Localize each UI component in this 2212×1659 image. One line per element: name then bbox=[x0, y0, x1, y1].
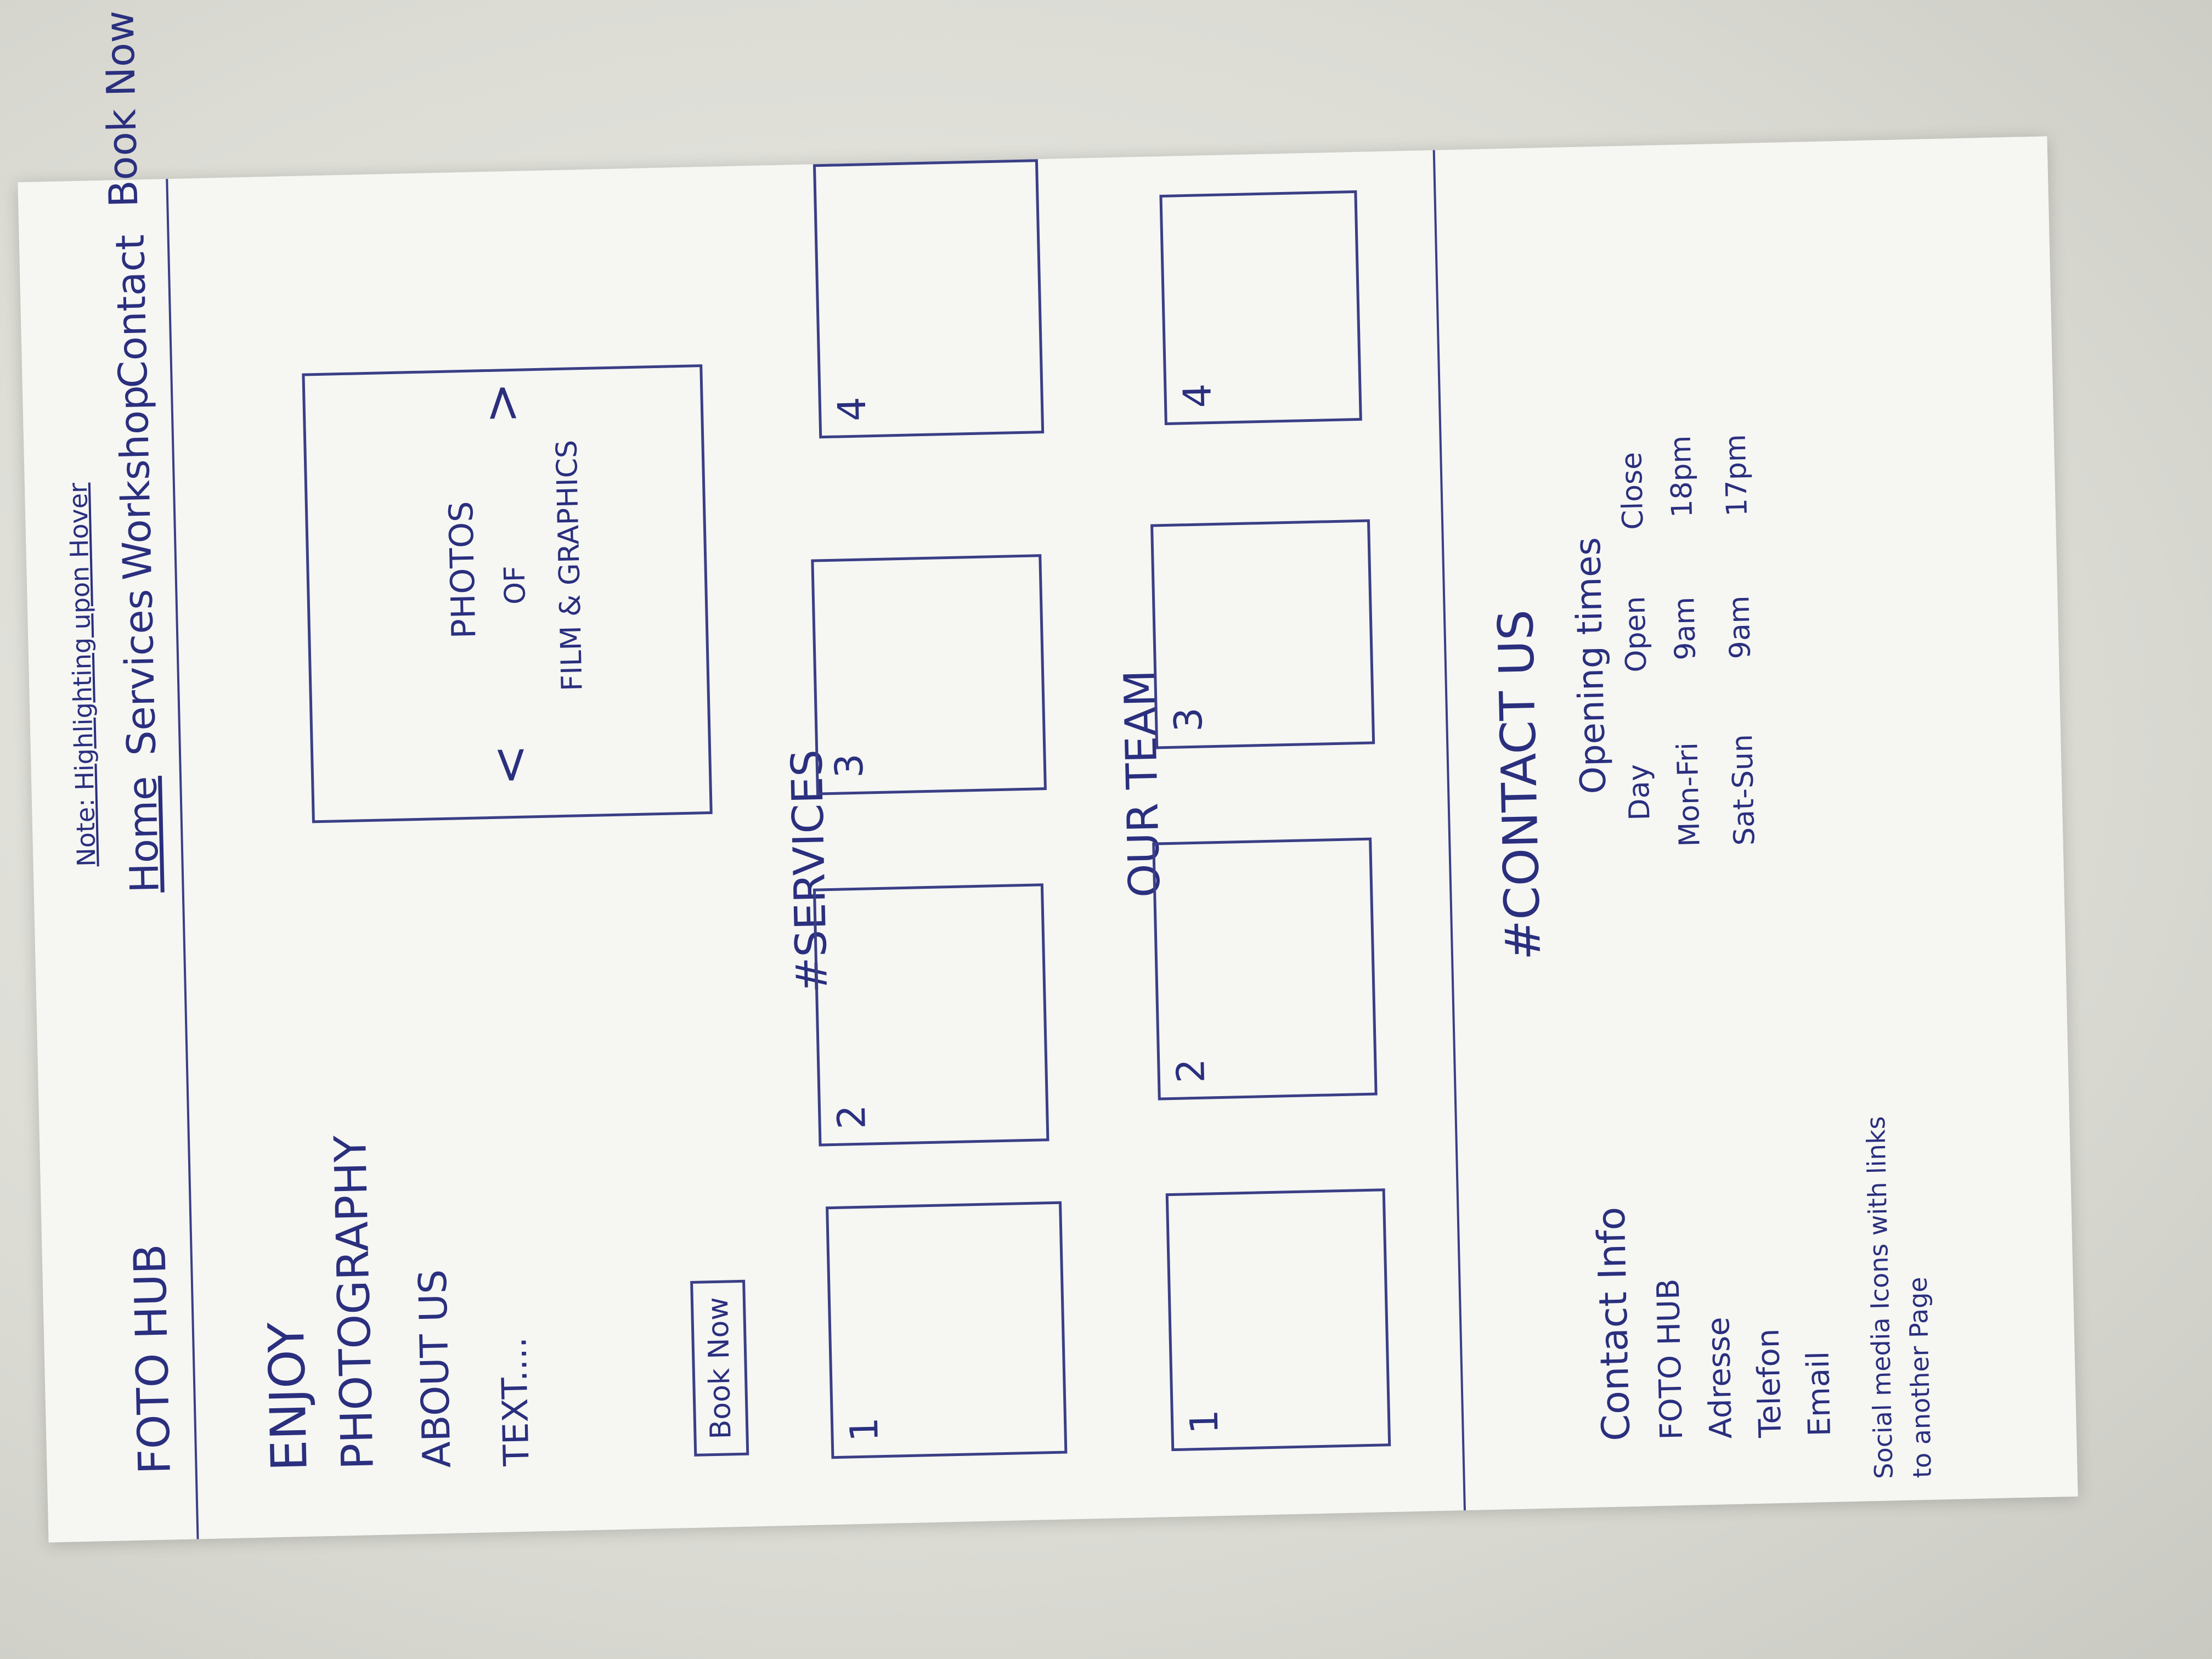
team-card-number: 1 bbox=[1181, 1409, 1227, 1435]
carousel-caption-line1: PHOTOS bbox=[442, 500, 484, 639]
service-card-number: 3 bbox=[826, 753, 872, 779]
hours-row-close: 18pm bbox=[1664, 435, 1699, 518]
contact-info-address: Adresse bbox=[1701, 1316, 1740, 1440]
carousel-caption-line3: FILM & GRAPHICS bbox=[550, 439, 589, 692]
nav-home[interactable]: Home bbox=[119, 776, 168, 893]
service-card-number: 4 bbox=[829, 396, 875, 422]
hero-heading-line1: ENJOY bbox=[257, 1321, 319, 1472]
team-card-number: 3 bbox=[1165, 707, 1211, 733]
hours-header-close: Close bbox=[1615, 452, 1650, 531]
nav-services[interactable]: Services bbox=[115, 589, 165, 756]
social-media-note-line2: to another Page bbox=[1903, 1276, 1937, 1479]
service-card-number: 1 bbox=[841, 1417, 887, 1442]
hours-header-day: Day bbox=[1622, 764, 1657, 821]
team-card-number: 4 bbox=[1175, 383, 1221, 409]
contact-info-phone: Telefon bbox=[1750, 1328, 1789, 1438]
hours-row-day: Mon-Fri bbox=[1671, 742, 1707, 848]
team-card-number: 2 bbox=[1168, 1058, 1214, 1084]
contact-info-email[interactable]: Email bbox=[1801, 1351, 1838, 1437]
contact-info-title: Contact Info bbox=[1588, 1206, 1639, 1442]
hours-row-open: 9am bbox=[1723, 595, 1757, 659]
hours-header-open: Open bbox=[1618, 596, 1654, 673]
nav-workshop[interactable]: Workshop bbox=[110, 385, 161, 580]
contact-title: #CONTACT US bbox=[1487, 609, 1552, 961]
contact-info-name: FOTO HUB bbox=[1650, 1278, 1690, 1441]
service-card-number: 2 bbox=[828, 1104, 874, 1130]
social-media-note: Social media Icons with links bbox=[1860, 1116, 1899, 1480]
contact-divider bbox=[1432, 150, 1466, 1511]
hero-book-now-button[interactable]: Book Now bbox=[690, 1279, 749, 1457]
brand-logo: FOTO HUB bbox=[124, 1243, 180, 1475]
hero-text: TEXT.... bbox=[494, 1336, 538, 1467]
hero-about: ABOUT US bbox=[410, 1269, 460, 1469]
carousel-prev-icon[interactable]: < bbox=[481, 744, 539, 787]
wireframe-sketch: FOTO HUB Note: Highlighting upon Hover H… bbox=[18, 10, 2078, 1542]
hours-row-open: 9am bbox=[1668, 596, 1702, 661]
carousel-next-icon[interactable]: > bbox=[472, 382, 531, 425]
hero-heading-line2: PHOTOGRAPHY bbox=[324, 1135, 383, 1470]
nav-contact[interactable]: Contact bbox=[107, 234, 156, 389]
opening-times-title: Opening times bbox=[1567, 537, 1615, 795]
nav-book-now[interactable]: Book Now bbox=[96, 10, 146, 208]
paper-sheet: FOTO HUB Note: Highlighting upon Hover H… bbox=[18, 10, 2078, 1543]
hours-row-day: Sat-Sun bbox=[1725, 733, 1762, 846]
carousel-caption-line2: OF bbox=[498, 565, 533, 605]
hours-row-close: 17pm bbox=[1719, 433, 1754, 517]
hover-note: Note: Highlighting upon Hover bbox=[63, 482, 101, 867]
